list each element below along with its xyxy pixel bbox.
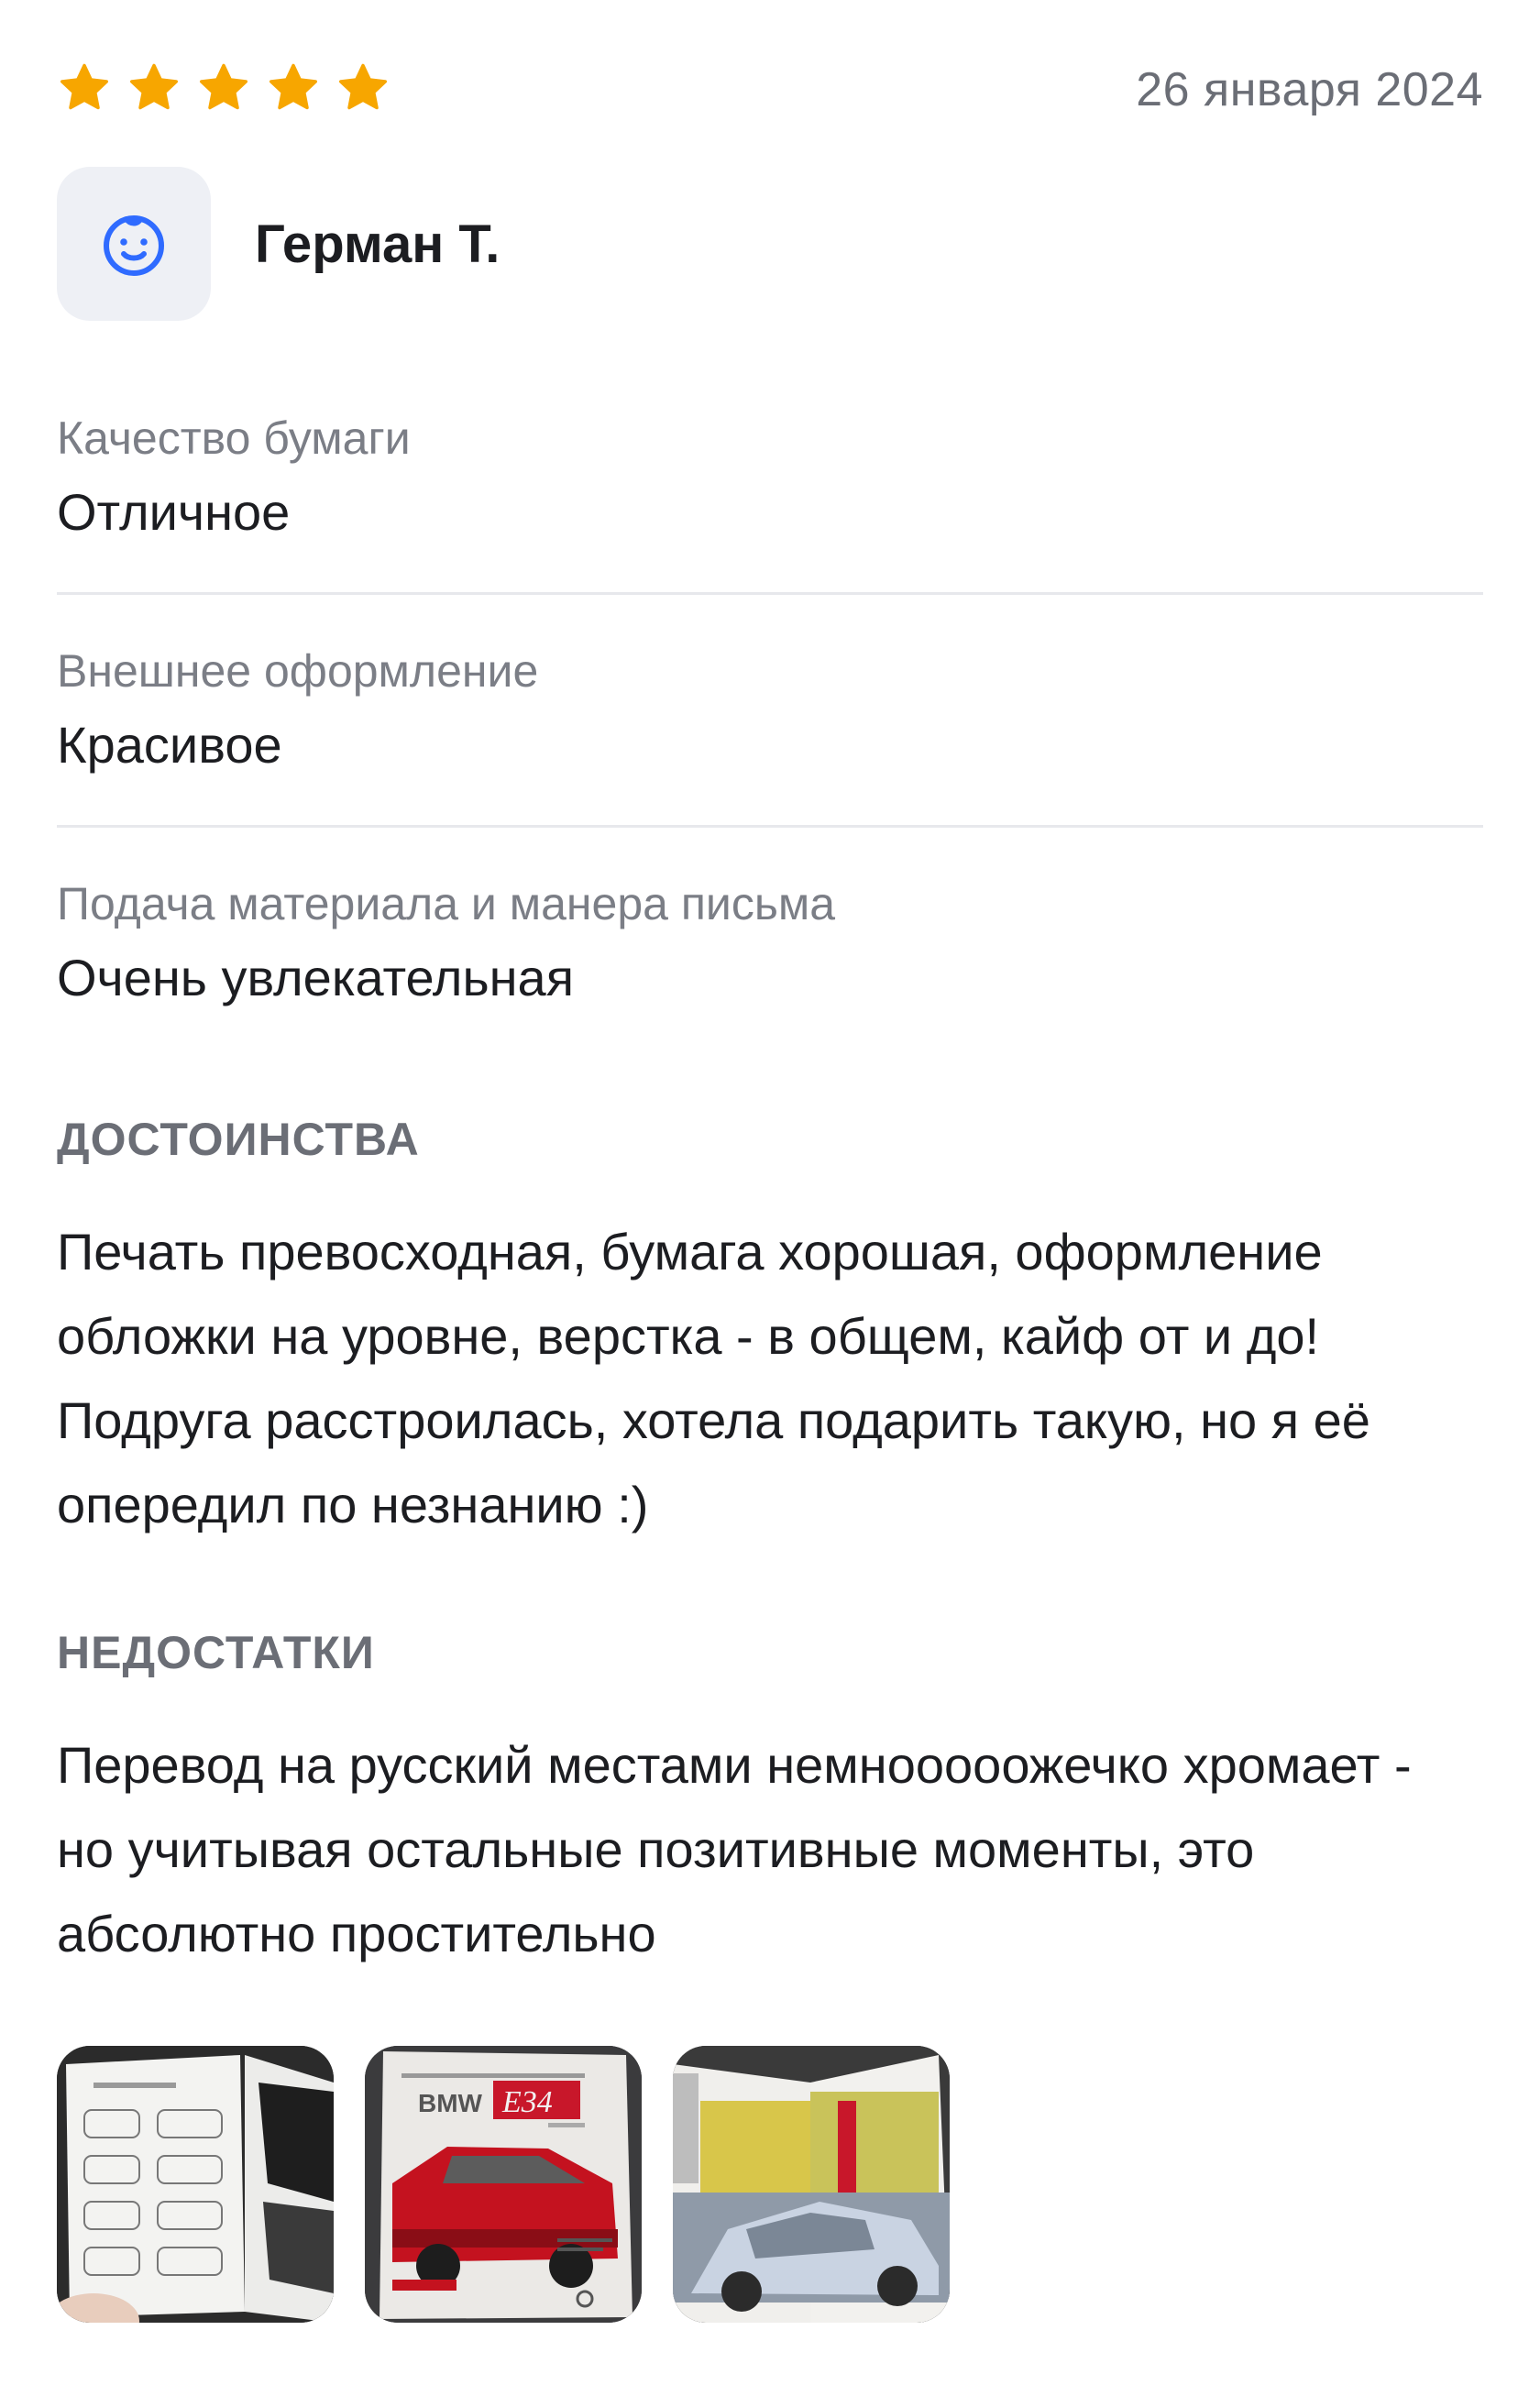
cons-text: Перевод на русский местами немнооооожечк…	[57, 1736, 1412, 1962]
review-date: 26 января 2024	[1136, 63, 1483, 116]
book-cover-image: BMW E34	[365, 2046, 642, 2323]
attribute-design: Внешнее оформление Красивое	[57, 643, 1483, 775]
cons-title: НЕДОСТАТКИ	[57, 1627, 375, 1678]
cover-brand: BMW	[418, 2089, 483, 2117]
attribute-label: Подача материала и манера письма	[57, 878, 836, 929]
star-icon	[339, 63, 387, 110]
review-author[interactable]: Герман Т.	[57, 167, 500, 321]
photo-thumbnail[interactable]	[673, 2046, 950, 2323]
attribute-value: Очень увлекательная	[57, 949, 575, 1006]
car-silhouettes-image	[57, 2046, 334, 2323]
attribute-paper-quality: Качество бумаги Отличное	[57, 411, 1483, 543]
baby-face-icon	[104, 215, 164, 276]
author-name[interactable]: Герман Т.	[255, 214, 500, 275]
star-icon	[270, 63, 317, 110]
attribute-value: Красивое	[57, 716, 282, 774]
divider	[57, 825, 1483, 828]
review-card: 26 января 2024 Герман Т. Качество бумаги…	[0, 0, 1540, 2385]
pros-text: Печать превосходная, бумага хорошая, офо…	[57, 1223, 1370, 1533]
rating-stars	[57, 60, 390, 115]
star-icon	[130, 63, 178, 110]
attribute-label: Внешнее оформление	[57, 645, 539, 697]
attribute-label: Качество бумаги	[57, 412, 411, 464]
review-header: 26 января 2024	[57, 57, 1483, 130]
star-icon	[200, 63, 248, 110]
attribute-writing-style: Подача материала и манера письма Очень у…	[57, 876, 1483, 1008]
car-spread-image	[673, 2046, 950, 2323]
avatar[interactable]	[57, 167, 211, 321]
star-icon	[60, 63, 108, 110]
photo-thumbnail[interactable]	[57, 2046, 334, 2323]
divider	[57, 592, 1483, 595]
review-photos: BMW E34	[57, 2046, 950, 2323]
photo-thumbnail[interactable]: BMW E34	[365, 2046, 642, 2323]
attribute-value: Отличное	[57, 483, 291, 541]
cover-model: E34	[501, 2085, 553, 2119]
pros-title: ДОСТОИНСТВА	[57, 1114, 420, 1165]
